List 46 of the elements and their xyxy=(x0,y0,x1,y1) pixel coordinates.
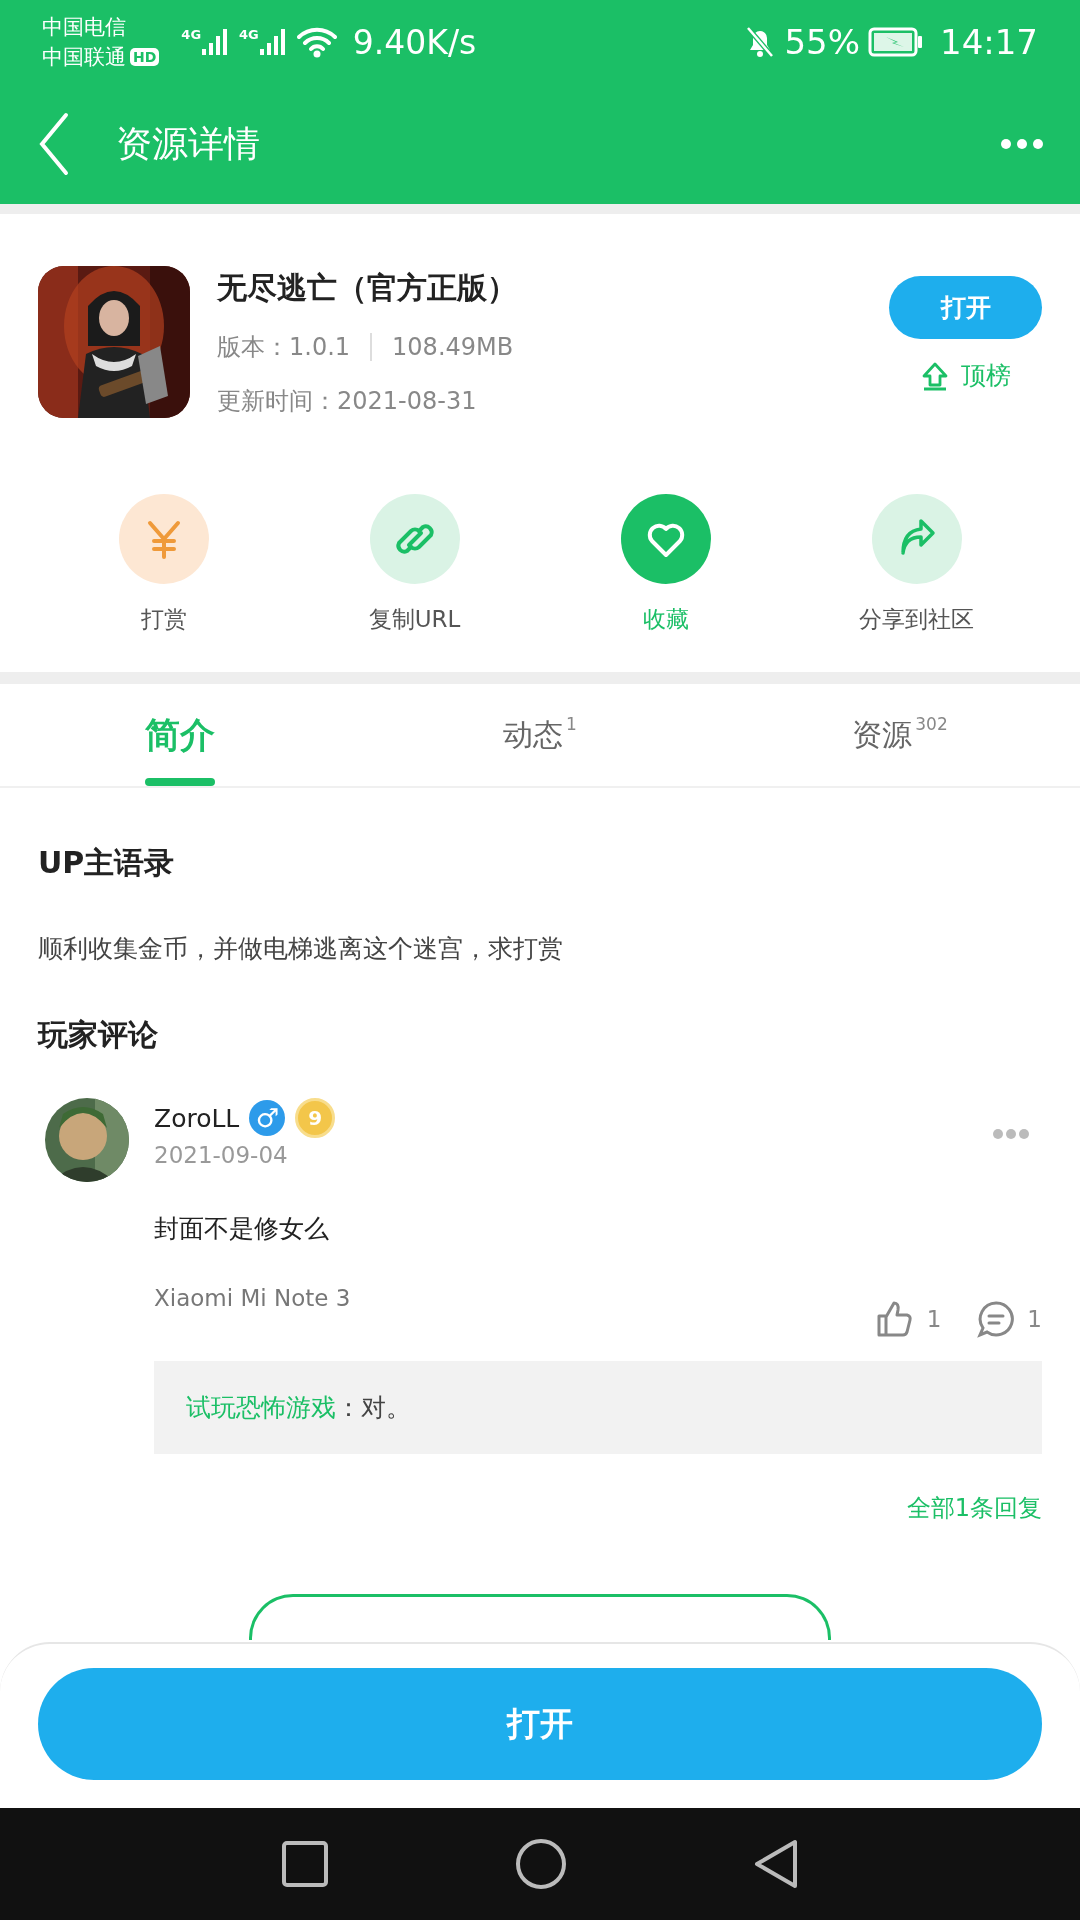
square-icon[interactable] xyxy=(281,1840,329,1888)
rank-button[interactable]: 顶榜 xyxy=(920,359,1011,392)
action-button[interactable]: 复制URL xyxy=(314,494,515,636)
more-icon[interactable] xyxy=(1000,138,1044,150)
quote-text: 顺利收集金币，并做电梯逃离这个迷宫，求打赏 xyxy=(38,933,564,965)
version-text: 版本：1.0.1 xyxy=(217,332,351,363)
circle-icon[interactable] xyxy=(515,1838,567,1890)
open-button[interactable]: 打开 xyxy=(889,276,1042,339)
comment-bubble-icon[interactable] xyxy=(977,1300,1016,1338)
comment-date: 2021-09-04 xyxy=(154,1142,289,1168)
battery-percent: 55% xyxy=(784,22,860,62)
action-button[interactable]: 打赏 xyxy=(63,494,264,636)
network-label: 4G xyxy=(239,27,259,42)
app-name: 无尽逃亡（官方正版） xyxy=(217,269,518,307)
tab[interactable]: 资源$^{302}$ xyxy=(720,684,1080,786)
section-title: UP主语录 xyxy=(38,844,176,882)
reply-author[interactable]: 试玩恐怖游戏 xyxy=(186,1393,336,1422)
triangle-back-icon[interactable] xyxy=(753,1838,799,1890)
page-title: 资源详情 xyxy=(116,121,261,166)
battery-icon xyxy=(868,27,924,57)
like-count: 1 xyxy=(926,1306,942,1332)
tab[interactable]: 动态$^{1}$ xyxy=(360,684,720,786)
open-button[interactable]: 打开 xyxy=(38,1668,1042,1780)
network-speed: 9.40K/s xyxy=(352,22,477,62)
comment-text: 封面不是修女么 xyxy=(154,1213,330,1245)
gender-badge: ♂ xyxy=(249,1100,286,1136)
action-button[interactable]: 分享到社区 xyxy=(816,494,1017,636)
file-size: 108.49MB xyxy=(392,333,514,361)
device-name: Xiaomi Mi Note 3 xyxy=(154,1285,351,1311)
level-medal: 9 xyxy=(295,1098,336,1138)
username: ZoroLL xyxy=(154,1103,240,1133)
carrier-name: 中国联通 xyxy=(42,44,126,71)
all-replies-link[interactable]: 全部1条回复 xyxy=(906,1492,1042,1524)
more-icon[interactable] xyxy=(992,1128,1030,1140)
wifi-icon xyxy=(296,26,337,58)
section-title: 玩家评论 xyxy=(38,1016,159,1054)
update-time: 更新时间：2021-08-31 xyxy=(217,386,478,417)
up-arrow-icon xyxy=(920,360,949,391)
hd-badge: HD xyxy=(130,48,160,66)
network-label: 4G xyxy=(181,27,202,42)
action-button[interactable]: 收藏 xyxy=(565,494,766,636)
carrier-name: 中国电信 xyxy=(42,14,127,41)
reply-text: ：对。 xyxy=(336,1393,411,1422)
tab[interactable]: 简介 xyxy=(0,684,360,786)
clock: 14:17 xyxy=(940,22,1038,62)
reply-count: 1 xyxy=(1027,1306,1042,1332)
